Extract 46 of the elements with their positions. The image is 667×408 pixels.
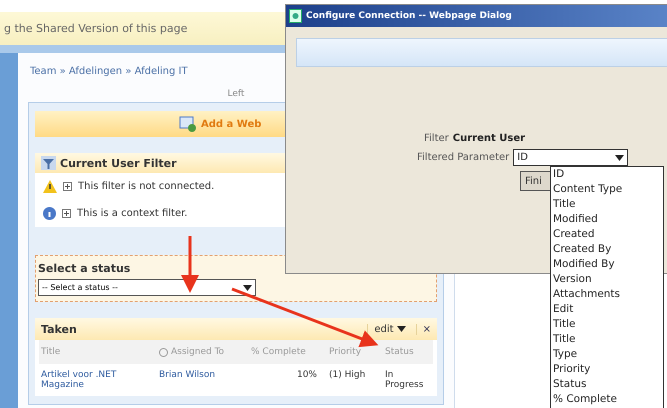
warning-icon [43, 180, 57, 193]
expand-icon[interactable] [62, 209, 71, 218]
dropdown-option[interactable]: Modified [553, 212, 663, 227]
web-part-add-icon [179, 116, 197, 132]
filter-message: This is a context filter. [77, 208, 188, 219]
table-cell-text: 10% [296, 369, 318, 382]
edit-menu[interactable]: edit [367, 324, 412, 334]
dropdown-option[interactable]: Title [553, 317, 663, 332]
arrow [181, 236, 199, 293]
dropdown-option[interactable]: Created By [553, 242, 663, 257]
web-part-title: Taken [41, 322, 78, 336]
task-title-link[interactable]: Artikel voor .NET Magazine [39, 364, 157, 396]
web-part-title: Select a status [38, 262, 132, 275]
dropdown-caret-icon [243, 284, 252, 290]
filter-name: Current User [452, 133, 526, 144]
expand-icon[interactable] [63, 182, 72, 191]
dropdown-option[interactable]: Status [553, 377, 663, 392]
parameter-label: Filtered Parameter [417, 152, 510, 163]
page-icon [289, 9, 302, 23]
dropdown-option[interactable]: % Complete [553, 392, 663, 407]
close-button[interactable]: × [416, 324, 437, 334]
caret-icon [396, 326, 406, 332]
dropdown-option[interactable]: Title [553, 197, 663, 212]
dropdown-option[interactable]: Modified By [553, 257, 663, 272]
dropdown-option[interactable]: Attachments [553, 287, 663, 302]
info-bar-text: g the Shared Version of this page [4, 22, 188, 35]
dropdown-option[interactable]: Priority [553, 362, 663, 377]
assignee-link[interactable]: Brian Wilson [157, 364, 249, 396]
dialog-title: Configure Connection -- Webpage Dialog [306, 11, 512, 21]
table-cell-text: In Progress [384, 369, 424, 392]
filter-message: This filter is not connected. [78, 181, 214, 192]
zone-label: Left [226, 89, 246, 99]
dropdown-option[interactable]: Version [553, 272, 663, 287]
dropdown-option[interactable]: Title [553, 332, 663, 347]
filter-icon [41, 156, 56, 170]
dropdown-caret-icon [615, 154, 624, 160]
parameter-dropdown[interactable]: ID [513, 149, 628, 166]
dropdown-option[interactable]: Edit [553, 302, 663, 317]
dropdown-option[interactable]: Type [553, 347, 663, 362]
column-header-icon [159, 348, 168, 356]
dropdown-option[interactable]: Created [553, 227, 663, 242]
filter-label: Filter [424, 133, 449, 144]
info-icon [43, 207, 56, 220]
table-cell-text: (1) High [328, 369, 366, 382]
web-part-title: Current User Filter [60, 156, 177, 170]
status-dropdown[interactable]: -- Select a status -- [38, 279, 256, 296]
